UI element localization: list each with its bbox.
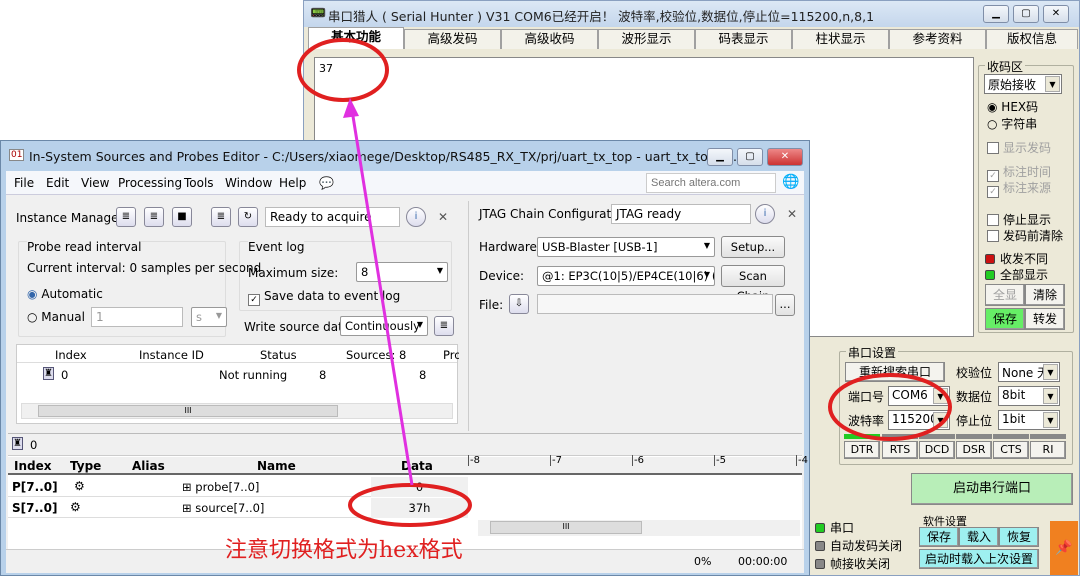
highlight-ellipse-received: [297, 38, 389, 102]
highlight-ellipse-source: [348, 483, 472, 527]
annotation-text: 注意切换格式为hex格式: [225, 538, 463, 563]
highlight-ellipse-port: [828, 373, 952, 441]
arrow-line: [350, 109, 414, 486]
annotation-overlay: [297, 38, 952, 527]
